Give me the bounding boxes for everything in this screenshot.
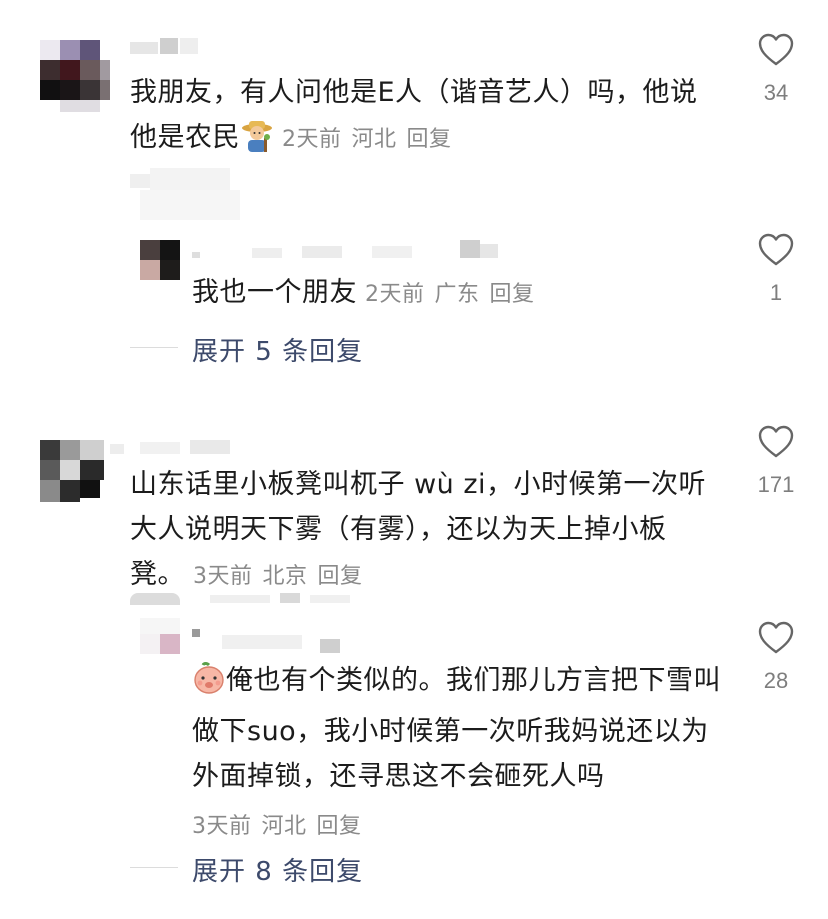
reply-button[interactable]: 回复: [318, 564, 363, 589]
avatar[interactable]: [140, 618, 180, 658]
comment-body: 俺也有个类似的。我们那儿方言把下雪叫做下suo，我小时候第一次听我妈说还以为外面…: [192, 665, 721, 792]
reply-button[interactable]: 回复: [490, 282, 535, 307]
reply-button[interactable]: 回复: [317, 814, 362, 839]
comment-location: 广东: [434, 282, 480, 307]
like-count: 171: [757, 472, 795, 497]
comment-location: 河北: [351, 127, 397, 152]
heart-icon: [758, 233, 794, 266]
comment-text: 山东话里小板凳叫杌子 wù zi，小时候第一次听大人说明天下雾（有雾），还以为天…: [130, 462, 720, 599]
comment-body: 我也一个朋友: [192, 277, 357, 308]
username-blurred[interactable]: [192, 240, 502, 260]
avatar[interactable]: [140, 240, 180, 280]
comment-text: 我也一个朋友 2天前 广东 回复: [192, 270, 712, 317]
like-count: 1: [769, 280, 783, 305]
username-blurred[interactable]: [110, 440, 230, 454]
comment-text: 俺也有个类似的。我们那儿方言把下雪叫做下suo，我小时候第一次听我妈说还以为外面…: [192, 658, 722, 855]
like-button[interactable]: [758, 425, 794, 459]
heart-icon: [758, 425, 794, 458]
comment-meta: 3天前 北京 回复: [193, 564, 363, 589]
blurred-header: [130, 593, 370, 607]
username-blurred[interactable]: [130, 38, 200, 54]
heart-icon: [758, 33, 794, 66]
comment-meta: 2天前 广东 回复: [365, 282, 535, 307]
comment-time: 2天前: [282, 127, 342, 152]
peach-face-emoji-icon: [192, 661, 226, 709]
reply-button[interactable]: 回复: [407, 127, 452, 152]
divider: [130, 347, 178, 348]
avatar[interactable]: [40, 440, 104, 502]
expand-replies-button[interactable]: 展开 5 条回复: [192, 331, 363, 368]
like-button[interactable]: [758, 33, 794, 67]
expand-replies-button[interactable]: 展开 8 条回复: [192, 851, 363, 888]
comment-location: 河北: [261, 814, 307, 839]
like-button[interactable]: [758, 233, 794, 267]
like-count: 34: [763, 80, 789, 105]
farmer-emoji-icon: [240, 118, 274, 166]
comment-time: 3天前: [192, 814, 252, 839]
divider: [130, 867, 178, 868]
comment-location: 北京: [262, 564, 308, 589]
comment-time: 2天前: [365, 282, 425, 307]
like-button[interactable]: [758, 621, 794, 655]
comment-text: 我朋友，有人问他是E人（谐音艺人）吗，他说他是农民 2天前 河北 回复: [130, 70, 720, 166]
heart-icon: [758, 621, 794, 654]
blurred-sticker[interactable]: [130, 168, 240, 220]
comment-meta: 2天前 河北 回复: [282, 127, 452, 152]
like-count: 28: [763, 668, 789, 693]
comment-time: 3天前: [193, 564, 253, 589]
username-blurred[interactable]: [192, 625, 352, 653]
avatar[interactable]: [40, 40, 110, 112]
comment-meta: 3天前 河北 回复: [192, 799, 722, 855]
